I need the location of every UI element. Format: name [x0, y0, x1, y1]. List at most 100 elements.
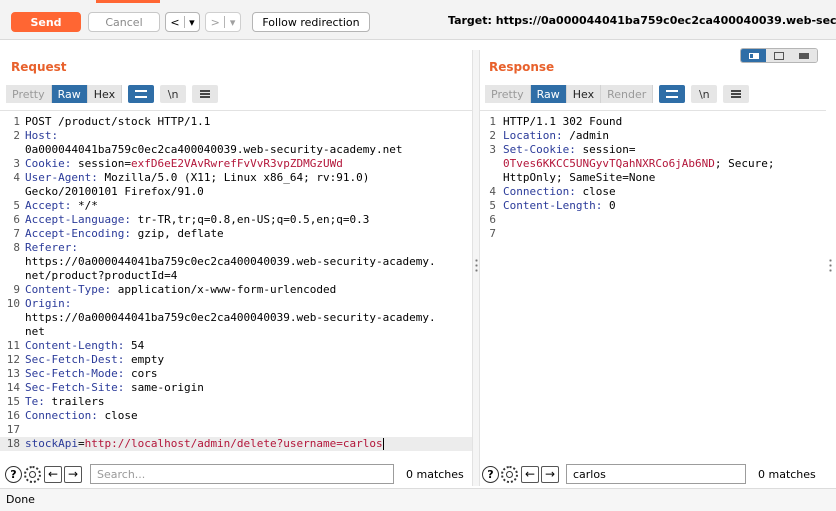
response-pane: Response Pretty Raw Hex Render \n 1 HTTP/… [480, 50, 826, 486]
editor-line: 11 Content-Length: 54 [0, 339, 472, 353]
request-search-bar: ? ← → 0 matches [5, 463, 464, 485]
search-previous-button[interactable]: ← [44, 465, 62, 483]
cancel-button[interactable]: Cancel [88, 12, 160, 32]
request-tab-pretty[interactable]: Pretty [6, 85, 52, 103]
line-text: Host: [25, 129, 58, 143]
header-name: Set-Cookie: [503, 143, 576, 156]
pane-divider[interactable] [472, 50, 480, 486]
follow-redirection-button[interactable]: Follow redirection [252, 12, 370, 32]
plain-text: close [97, 409, 138, 422]
line-number: 1 [489, 115, 496, 128]
line-text: Referer: [25, 241, 78, 255]
request-match-count: 0 matches [406, 467, 464, 481]
header-name: Accept-Encoding: [25, 227, 131, 240]
help-icon[interactable]: ? [482, 465, 499, 483]
request-search-input[interactable] [90, 464, 394, 484]
line-number: 10 [6, 297, 20, 310]
editor-line: 5 Content-Length: 0 [480, 199, 826, 213]
plain-text: trailers [44, 395, 105, 408]
plain-text: net [25, 325, 45, 338]
editor-line: 13 Sec-Fetch-Mode: cors [0, 367, 472, 381]
drag-handle-icon[interactable] [475, 258, 478, 272]
editor-line: 14 Sec-Fetch-Site: same-origin [0, 381, 472, 395]
request-editor[interactable]: 1 POST /product/stock HTTP/1.1 2 Host: 0a000… [0, 110, 472, 451]
search-next-button[interactable]: → [64, 465, 82, 483]
line-text: Accept-Language: tr-TR,tr;q=0.8,en-US;q=… [25, 213, 369, 227]
request-wrap-button[interactable] [128, 85, 155, 103]
response-tab-raw[interactable]: Raw [530, 85, 567, 103]
editor-line: 2 Host: [0, 129, 472, 143]
header-name: Sec-Fetch-Site: [25, 381, 125, 394]
editor-line: 9 Content-Type: application/x-www-form-ur… [0, 283, 472, 297]
plain-text: HTTP/1.1 302 Found [503, 115, 623, 128]
line-text: Cookie: session=exfD6eE2VAvRwrefFvVvR3vp… [25, 157, 343, 171]
editor-line: 17 [0, 423, 472, 437]
text-caret [382, 438, 384, 450]
chevron-down-icon[interactable]: ▾ [230, 16, 236, 29]
target-url: Target: https://0a000044041ba759c0ec2ca4… [448, 14, 836, 27]
line-number: 17 [6, 423, 20, 436]
history-forward-button[interactable]: > ▾ [205, 12, 241, 32]
request-tab-hex[interactable]: Hex [87, 85, 123, 103]
response-tab-pretty[interactable]: Pretty [485, 85, 531, 103]
line-text: Location: /admin [503, 129, 609, 143]
plain-text: session= [575, 143, 636, 156]
line-text: Accept-Encoding: gzip, deflate [25, 227, 224, 241]
highlighted-value: exfD6eE2VAvRwrefFvVvR3vpZDMGzUWd [130, 157, 343, 170]
line-text: Sec-Fetch-Mode: cors [25, 367, 157, 381]
response-view-tabs: Pretty Raw Hex Render \n [485, 85, 750, 103]
history-back-button[interactable]: < ▾ [165, 12, 200, 32]
chevron-right-icon: > [210, 15, 220, 29]
header-name: Te: [25, 395, 45, 408]
menu-icon [731, 90, 742, 98]
line-text: Content-Length: 0 [503, 199, 616, 213]
plain-text: = [77, 437, 85, 450]
search-previous-button[interactable]: ← [521, 465, 539, 483]
line-text: net/product?productId=4 [25, 269, 177, 283]
settings-gear-icon[interactable] [24, 465, 41, 483]
wrap-lines-icon [666, 90, 679, 98]
editor-line: 4 User-Agent: Mozilla/5.0 (X11; Linux x86… [0, 171, 472, 185]
settings-gear-icon[interactable] [501, 465, 518, 483]
chevron-down-icon[interactable]: ▾ [189, 16, 195, 29]
request-newline-button[interactable]: \n [160, 85, 187, 103]
editor-line: 7 [480, 227, 826, 241]
response-tab-render[interactable]: Render [601, 85, 654, 103]
request-tab-raw[interactable]: Raw [51, 85, 88, 103]
response-tab-hex[interactable]: Hex [566, 85, 602, 103]
header-name: Connection: [25, 409, 98, 422]
header-name: Content-Type: [25, 283, 112, 296]
response-editor[interactable]: 1 HTTP/1.1 302 Found 2 Location: /admin 3 Set… [480, 110, 826, 450]
request-menu-button[interactable] [192, 85, 219, 103]
line-number: 16 [6, 409, 20, 422]
line-number: 12 [6, 353, 20, 366]
editor-line: https://0a000044041ba759c0ec2ca400040039… [0, 255, 472, 269]
response-search-input[interactable] [566, 464, 746, 484]
send-button[interactable]: Send [11, 12, 81, 32]
header-name: Host: [25, 129, 59, 142]
line-text: User-Agent: Mozilla/5.0 (X11; Linux x86_… [25, 171, 369, 185]
editor-line: 15 Te: trailers [0, 395, 472, 409]
request-pane: Request Pretty Raw Hex \n 1 POST /product… [0, 50, 472, 486]
line-number: 6 [13, 213, 20, 226]
line-number: 3 [13, 157, 20, 170]
editor-line: HttpOnly; SameSite=None [480, 171, 826, 185]
editor-line: 3 Set-Cookie: session= [480, 143, 826, 157]
response-menu-button[interactable] [723, 85, 750, 103]
help-icon[interactable]: ? [5, 465, 22, 483]
response-newline-button[interactable]: \n [691, 85, 718, 103]
line-number: 5 [13, 199, 20, 212]
editor-line: 4 Connection: close [480, 185, 826, 199]
editor-line: https://0a000044041ba759c0ec2ca400040039… [0, 311, 472, 325]
status-text: Done [6, 493, 35, 506]
line-text: https://0a000044041ba759c0ec2ca400040039… [25, 311, 436, 325]
drag-handle-icon[interactable] [829, 258, 832, 272]
line-text: Gecko/20100101 Firefox/91.0 [25, 185, 204, 199]
header-name: User-Agent: [25, 171, 98, 184]
search-next-button[interactable]: → [541, 465, 559, 483]
line-text: Content-Type: application/x-www-form-url… [25, 283, 336, 297]
response-wrap-button[interactable] [659, 85, 686, 103]
header-name: Origin: [25, 297, 72, 310]
editor-line: 0a000044041ba759c0ec2ca400040039.web-sec… [0, 143, 472, 157]
line-text: HTTP/1.1 302 Found [503, 115, 622, 129]
